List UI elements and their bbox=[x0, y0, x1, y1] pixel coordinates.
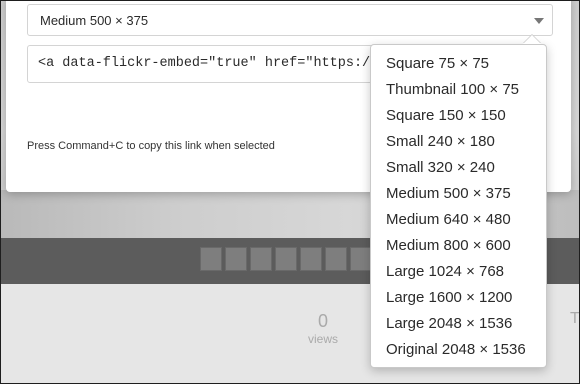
menu-pointer-icon bbox=[523, 35, 541, 44]
size-dropdown-menu: Square 75 × 75 Thumbnail 100 × 75 Square… bbox=[370, 44, 547, 368]
thumbnail[interactable] bbox=[350, 247, 372, 271]
size-option[interactable]: Large 1600 × 1200 bbox=[371, 285, 546, 311]
size-option[interactable]: Large 2048 × 1536 bbox=[371, 311, 546, 337]
edge-text: T bbox=[570, 310, 580, 327]
size-option[interactable]: Medium 640 × 480 bbox=[371, 207, 546, 233]
embed-code-field[interactable]: <a data-flickr-embed="true" href="https:… bbox=[27, 45, 379, 83]
size-option[interactable]: Large 1024 × 768 bbox=[371, 259, 546, 285]
views-count: 0 bbox=[318, 311, 329, 331]
size-option[interactable]: Medium 800 × 600 bbox=[371, 233, 546, 259]
size-option[interactable]: Thumbnail 100 × 75 bbox=[371, 77, 546, 103]
size-option[interactable]: Square 150 × 150 bbox=[371, 103, 546, 129]
copy-hint: Press Command+C to copy this link when s… bbox=[27, 140, 275, 152]
thumbnail[interactable] bbox=[300, 247, 322, 271]
size-option[interactable]: Square 75 × 75 bbox=[371, 51, 546, 77]
photostream-thumbnails bbox=[200, 247, 372, 271]
thumbnail[interactable] bbox=[200, 247, 222, 271]
size-option[interactable]: Small 320 × 240 bbox=[371, 155, 546, 181]
thumbnail[interactable] bbox=[250, 247, 272, 271]
size-select-value: Medium 500 × 375 bbox=[40, 12, 149, 28]
size-select[interactable]: Medium 500 × 375 bbox=[27, 4, 553, 36]
thumbnail[interactable] bbox=[225, 247, 247, 271]
views-label: views bbox=[308, 332, 339, 346]
thumbnail[interactable] bbox=[325, 247, 347, 271]
size-option[interactable]: Small 240 × 180 bbox=[371, 129, 546, 155]
size-option[interactable]: Medium 500 × 375 bbox=[371, 181, 546, 207]
thumbnail[interactable] bbox=[275, 247, 297, 271]
views-stat: 0 views bbox=[308, 310, 338, 346]
caret-down-icon[interactable] bbox=[534, 18, 544, 24]
size-option[interactable]: Original 2048 × 1536 bbox=[371, 337, 546, 363]
